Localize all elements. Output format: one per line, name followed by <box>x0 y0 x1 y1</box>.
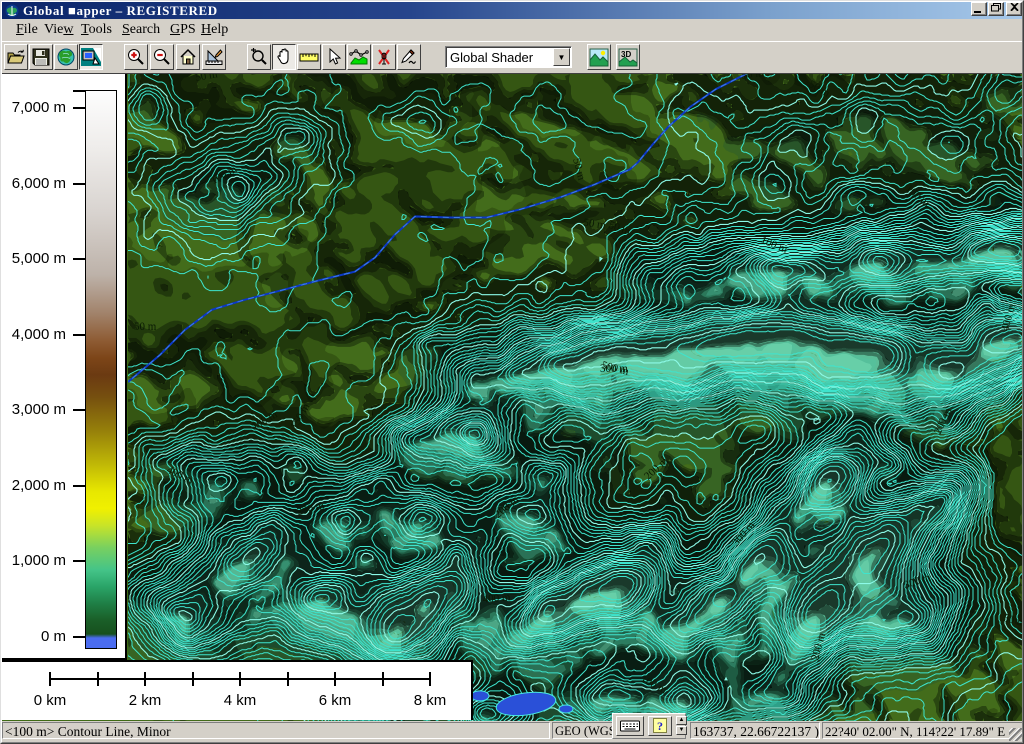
svg-text:50 m: 50 m <box>134 321 157 333</box>
svg-text:400 m: 400 m <box>482 591 511 605</box>
